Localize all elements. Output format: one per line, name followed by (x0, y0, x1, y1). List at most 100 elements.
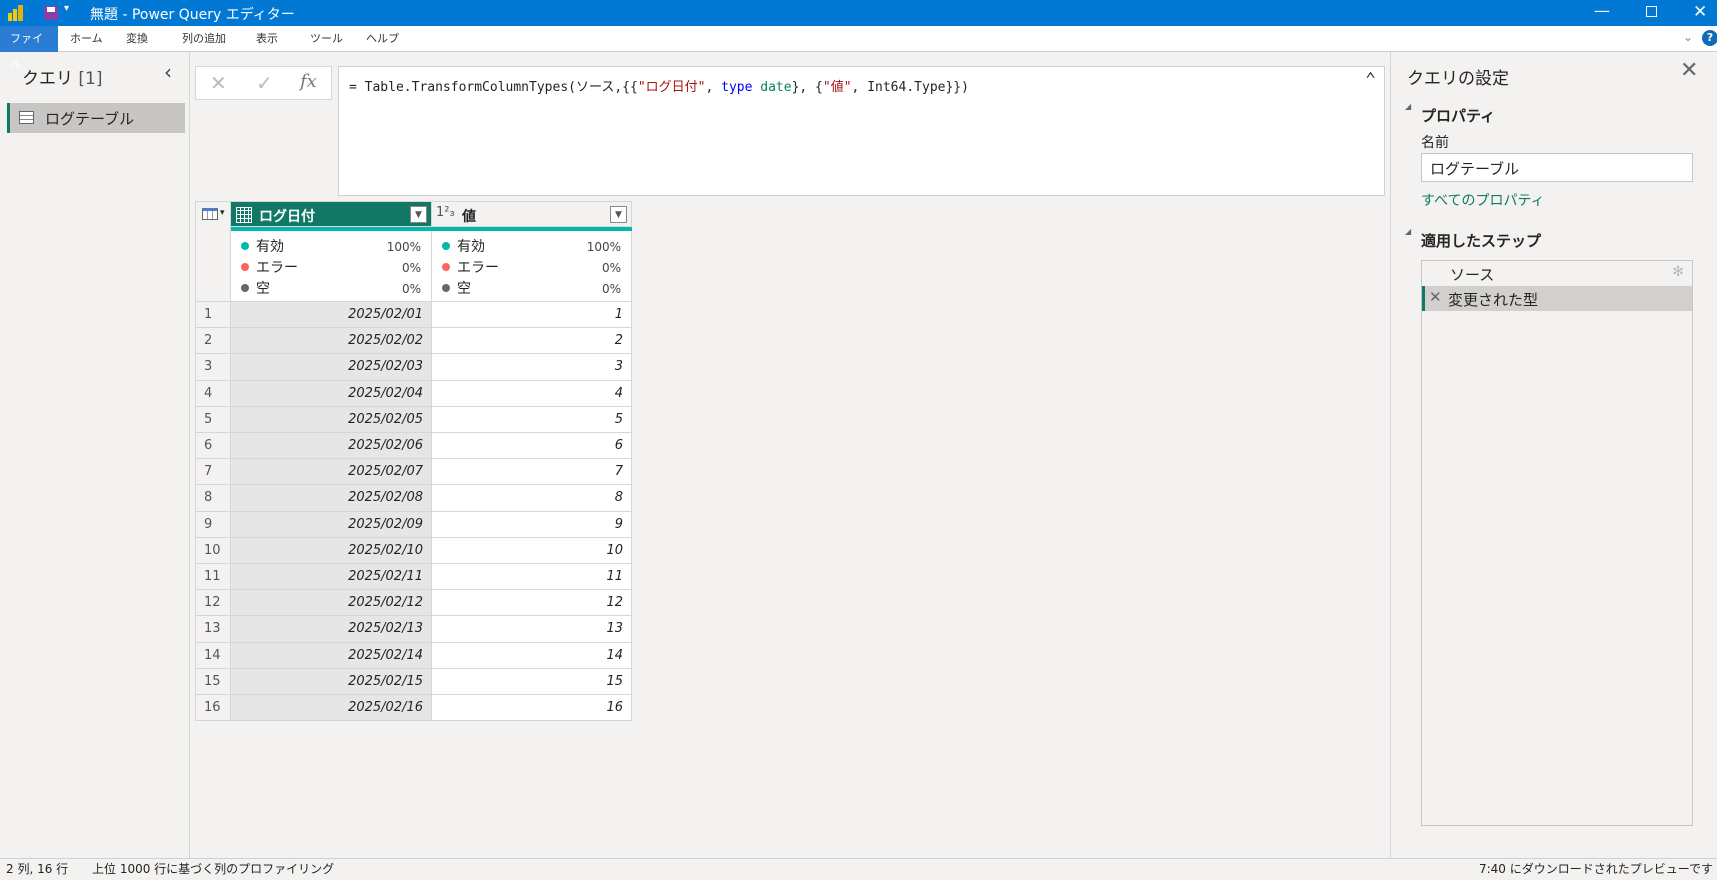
cell-log-date[interactable]: 2025/02/03 (231, 354, 432, 381)
maximize-button[interactable] (1646, 6, 1657, 17)
cell-log-date[interactable]: 2025/02/14 (231, 642, 432, 669)
quick-access-dropdown-icon[interactable]: ▾ (64, 3, 69, 14)
properties-heading: プロパティ (1421, 107, 1496, 125)
tab-file[interactable]: ファイル (0, 26, 58, 71)
cancel-formula-icon[interactable]: ✕ (210, 71, 227, 95)
cell-value[interactable]: 11 (432, 564, 632, 591)
title-bar: ▾ 無題 - Power Query エディター — ✕ (0, 0, 1717, 26)
cell-value[interactable]: 12 (432, 590, 632, 617)
row-number[interactable]: 3 (195, 354, 231, 381)
row-number[interactable]: 12 (195, 590, 231, 617)
formula-string: "値" (822, 80, 852, 95)
cell-value[interactable]: 16 (432, 695, 632, 722)
queries-title-text: クエリ (22, 69, 73, 89)
close-window-button[interactable]: ✕ (1693, 2, 1707, 22)
empty-dot-icon (442, 284, 450, 292)
error-dot-icon (241, 263, 249, 271)
formula-bar[interactable]: = Table.TransformColumnTypes(ソース,{{"ログ日付… (338, 66, 1385, 196)
collapse-formula-icon[interactable]: ⌃ (1365, 69, 1376, 90)
cell-value[interactable]: 9 (432, 511, 632, 538)
powerbi-logo-icon (8, 5, 24, 21)
cell-value[interactable]: 14 (432, 642, 632, 669)
close-settings-icon[interactable]: ✕ (1680, 58, 1698, 83)
row-number[interactable]: 1 (195, 302, 231, 329)
cell-log-date[interactable]: 2025/02/16 (231, 695, 432, 722)
formula-text: }, { (791, 80, 823, 95)
tab-tools[interactable]: ツール (300, 26, 353, 52)
cell-value[interactable]: 7 (432, 459, 632, 486)
empty-label: 空 (457, 281, 471, 297)
cell-value[interactable]: 8 (432, 485, 632, 512)
queries-pane: クエリ [1] ‹ ログテーブル (0, 52, 190, 858)
row-number[interactable]: 6 (195, 433, 231, 460)
row-number[interactable]: 13 (195, 616, 231, 643)
row-number[interactable]: 16 (195, 695, 231, 722)
tab-help[interactable]: ヘルプ (356, 26, 409, 52)
cell-log-date[interactable]: 2025/02/01 (231, 302, 432, 329)
gear-icon[interactable]: ✻ (1672, 264, 1684, 280)
row-number[interactable]: 2 (195, 328, 231, 355)
valid-percent: 100% (586, 240, 621, 254)
whole-number-type-icon[interactable]: 1²₃ (436, 205, 455, 220)
cell-log-date[interactable]: 2025/02/09 (231, 511, 432, 538)
cell-log-date[interactable]: 2025/02/08 (231, 485, 432, 512)
cell-value[interactable]: 3 (432, 354, 632, 381)
cell-value[interactable]: 15 (432, 668, 632, 695)
row-number[interactable]: 7 (195, 459, 231, 486)
cell-value[interactable]: 2 (432, 328, 632, 355)
all-properties-link[interactable]: すべてのプロパティ (1421, 190, 1545, 210)
valid-label: 有効 (457, 239, 485, 255)
row-number[interactable]: 11 (195, 564, 231, 591)
tab-add-column[interactable]: 列の追加 (172, 26, 236, 52)
column-name: ログ日付 (259, 209, 315, 225)
cell-log-date[interactable]: 2025/02/13 (231, 616, 432, 643)
row-number[interactable]: 4 (195, 380, 231, 407)
save-icon[interactable] (44, 6, 58, 20)
date-type-icon[interactable] (236, 207, 252, 223)
step-source[interactable]: ソース ✻ (1422, 261, 1692, 286)
row-number[interactable]: 5 (195, 406, 231, 433)
tab-transform[interactable]: 変換 (116, 26, 158, 52)
row-number[interactable]: 8 (195, 485, 231, 512)
cell-value[interactable]: 6 (432, 433, 632, 460)
formula-text: = Table.TransformColumnTypes(ソース,{{ (349, 80, 638, 95)
expand-triangle-icon[interactable]: ◢ (1405, 227, 1411, 236)
cell-log-date[interactable]: 2025/02/11 (231, 564, 432, 591)
cell-log-date[interactable]: 2025/02/12 (231, 590, 432, 617)
cell-log-date[interactable]: 2025/02/04 (231, 380, 432, 407)
column-header-log-date[interactable]: ログ日付 ▼ (231, 201, 432, 227)
cell-value[interactable]: 13 (432, 616, 632, 643)
help-icon[interactable]: ? (1702, 30, 1717, 46)
commit-formula-icon[interactable]: ✓ (256, 71, 273, 95)
tab-home[interactable]: ホーム (60, 26, 113, 52)
column-filter-button[interactable]: ▼ (610, 206, 627, 223)
fx-icon[interactable]: fx (300, 71, 317, 92)
row-number[interactable]: 10 (195, 537, 231, 564)
tab-view[interactable]: 表示 (246, 26, 288, 52)
step-changed-type[interactable]: ✕ 変更された型 (1422, 286, 1692, 311)
status-profiling[interactable]: 上位 1000 行に基づく列のプロファイリング (92, 859, 334, 879)
cell-log-date[interactable]: 2025/02/10 (231, 537, 432, 564)
delete-step-icon[interactable]: ✕ (1429, 288, 1442, 306)
collapse-ribbon-icon[interactable]: ⌄ (1683, 30, 1693, 44)
row-number[interactable]: 9 (195, 511, 231, 538)
cell-value[interactable]: 5 (432, 406, 632, 433)
cell-log-date[interactable]: 2025/02/07 (231, 459, 432, 486)
cell-log-date[interactable]: 2025/02/05 (231, 406, 432, 433)
cell-value[interactable]: 1 (432, 302, 632, 329)
column-header-value[interactable]: 1²₃ 値 ▼ (432, 201, 632, 227)
cell-log-date[interactable]: 2025/02/15 (231, 668, 432, 695)
minimize-button[interactable]: — (1594, 1, 1610, 20)
row-number[interactable]: 15 (195, 668, 231, 695)
cell-log-date[interactable]: 2025/02/02 (231, 328, 432, 355)
expand-triangle-icon[interactable]: ◢ (1405, 102, 1411, 111)
cell-value[interactable]: 10 (432, 537, 632, 564)
row-number[interactable]: 14 (195, 642, 231, 669)
collapse-pane-icon[interactable]: ‹ (164, 60, 172, 84)
cell-value[interactable]: 4 (432, 380, 632, 407)
table-menu-button[interactable]: ▾ (195, 201, 231, 302)
query-name-input[interactable]: ログテーブル (1421, 153, 1693, 182)
column-filter-button[interactable]: ▼ (410, 206, 427, 223)
cell-log-date[interactable]: 2025/02/06 (231, 433, 432, 460)
query-item-log-table[interactable]: ログテーブル (7, 103, 185, 133)
